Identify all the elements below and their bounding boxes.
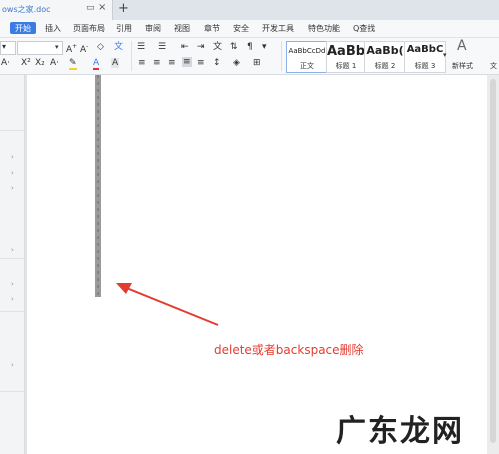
new-tab-button[interactable]: + xyxy=(118,1,129,16)
style-preview: AaBbCcDd xyxy=(288,47,326,55)
vertical-ruler[interactable] xyxy=(95,75,101,297)
sort-icon[interactable]: ⇅ xyxy=(230,42,238,52)
new-style-icon[interactable]: A xyxy=(457,39,467,53)
document-tab[interactable]: ows之家.doc ▭ × xyxy=(0,0,113,20)
chevron-right-icon[interactable]: › xyxy=(11,361,14,369)
border-icon[interactable]: ⊞ xyxy=(253,58,261,68)
subscript-icon[interactable]: X₂ xyxy=(35,58,45,68)
chevron-right-icon[interactable]: › xyxy=(11,153,14,161)
chevron-right-icon[interactable]: › xyxy=(11,169,14,177)
ribbon-divider xyxy=(281,41,282,71)
shading-icon[interactable]: ◈ xyxy=(233,58,240,68)
monitor-icon[interactable]: ▭ xyxy=(86,3,95,13)
char-shading-icon[interactable]: A xyxy=(111,58,120,68)
menu-chapter[interactable]: 章节 xyxy=(204,23,220,34)
menu-home-label: 开始 xyxy=(15,24,31,33)
menu-insert[interactable]: 插入 xyxy=(45,23,61,34)
grow-font-icon[interactable]: A+ xyxy=(66,42,77,55)
style-heading-1[interactable]: AaBb 标题 1 xyxy=(326,41,366,73)
numbered-list-icon[interactable]: ☰ xyxy=(158,42,166,52)
menu-home[interactable]: 开始 xyxy=(10,22,36,34)
bullet-list-icon[interactable]: ☰ xyxy=(137,42,145,52)
vertical-scrollbar[interactable] xyxy=(487,75,499,454)
chevron-right-icon[interactable]: › xyxy=(11,246,14,254)
font-color-icon[interactable]: A xyxy=(93,58,100,70)
style-normal[interactable]: AaBbCcDd 正文 xyxy=(286,41,328,73)
show-marks-icon[interactable]: ¶ xyxy=(247,42,253,52)
line-spacing-icon[interactable]: ↕ xyxy=(213,58,221,68)
menu-special-features[interactable]: 特色功能 xyxy=(308,23,340,34)
shrink-font-icon[interactable]: A- xyxy=(80,42,88,55)
text-effect-icon[interactable]: A· xyxy=(50,58,59,68)
align-center-icon[interactable]: ≡ xyxy=(153,58,161,68)
nav-divider xyxy=(0,258,24,259)
text-tool-label[interactable]: 文 xyxy=(490,61,497,71)
nav-divider xyxy=(0,130,24,131)
watermark: 广东龙网 xyxy=(336,414,464,449)
phonetic-icon[interactable]: 文 xyxy=(114,42,123,52)
style-name: 标题 3 xyxy=(414,62,436,70)
chevron-down-icon[interactable]: ▾ xyxy=(443,50,447,60)
strikethrough-icon[interactable]: A· xyxy=(1,58,10,68)
menu-search[interactable]: Q查找 xyxy=(353,23,375,34)
navigation-pane: › › › › › › › xyxy=(0,75,25,454)
nav-divider xyxy=(0,391,24,392)
clear-format-icon[interactable]: ◇ xyxy=(97,42,104,52)
increase-indent-icon[interactable]: ⇥ xyxy=(197,42,205,52)
annotation-text: delete或者backspace删除 xyxy=(214,343,364,357)
scrollbar-thumb[interactable] xyxy=(490,79,496,443)
menu-security[interactable]: 安全 xyxy=(233,23,249,34)
nav-divider xyxy=(0,311,24,312)
menu-page-layout[interactable]: 页面布局 xyxy=(73,23,105,34)
annotation-arrow xyxy=(116,283,219,326)
menu-references[interactable]: 引用 xyxy=(116,23,132,34)
chevron-right-icon[interactable]: › xyxy=(11,184,14,192)
ribbon-divider xyxy=(131,41,132,71)
style-heading-3[interactable]: AaBbC 标题 3 xyxy=(404,41,446,73)
chevron-down-icon[interactable]: ▾ xyxy=(55,42,59,52)
align-right-icon[interactable]: ≡ xyxy=(168,58,176,68)
chinese-layout-icon[interactable]: 文 xyxy=(213,42,222,52)
style-preview: AaBb xyxy=(327,44,365,59)
document-tab-title: ows之家.doc xyxy=(2,5,51,14)
style-heading-2[interactable]: AaBb( 标题 2 xyxy=(364,41,406,73)
menu-bar: 插入 页面布局 引用 审阅 视图 章节 安全 开发工具 特色功能 Q查找 xyxy=(0,20,499,38)
chevron-right-icon[interactable]: › xyxy=(11,280,14,288)
style-preview: AaBbC xyxy=(406,44,444,55)
menu-view[interactable]: 视图 xyxy=(174,23,190,34)
close-icon[interactable]: × xyxy=(98,2,106,13)
new-style-label[interactable]: 新样式 xyxy=(452,61,473,71)
style-name: 正文 xyxy=(300,62,314,70)
menu-developer-tools[interactable]: 开发工具 xyxy=(262,23,294,34)
style-name: 标题 1 xyxy=(335,62,357,70)
highlight-icon[interactable]: ✎ xyxy=(69,58,77,70)
justify-icon[interactable]: ≡ xyxy=(182,57,192,67)
chevron-right-icon[interactable]: › xyxy=(11,295,14,303)
superscript-icon[interactable]: X² xyxy=(21,58,31,68)
style-name: 标题 2 xyxy=(374,62,396,70)
menu-review[interactable]: 审阅 xyxy=(145,23,161,34)
style-preview: AaBb( xyxy=(366,44,404,57)
distribute-icon[interactable]: ≡ xyxy=(197,58,205,68)
font-name-box[interactable]: ▾ xyxy=(0,41,16,55)
chevron-down-icon[interactable]: ▾ xyxy=(262,42,267,52)
align-left-icon[interactable]: ≡ xyxy=(138,58,146,68)
decrease-indent-icon[interactable]: ⇤ xyxy=(181,42,189,52)
chevron-down-icon: ▾ xyxy=(2,42,7,51)
